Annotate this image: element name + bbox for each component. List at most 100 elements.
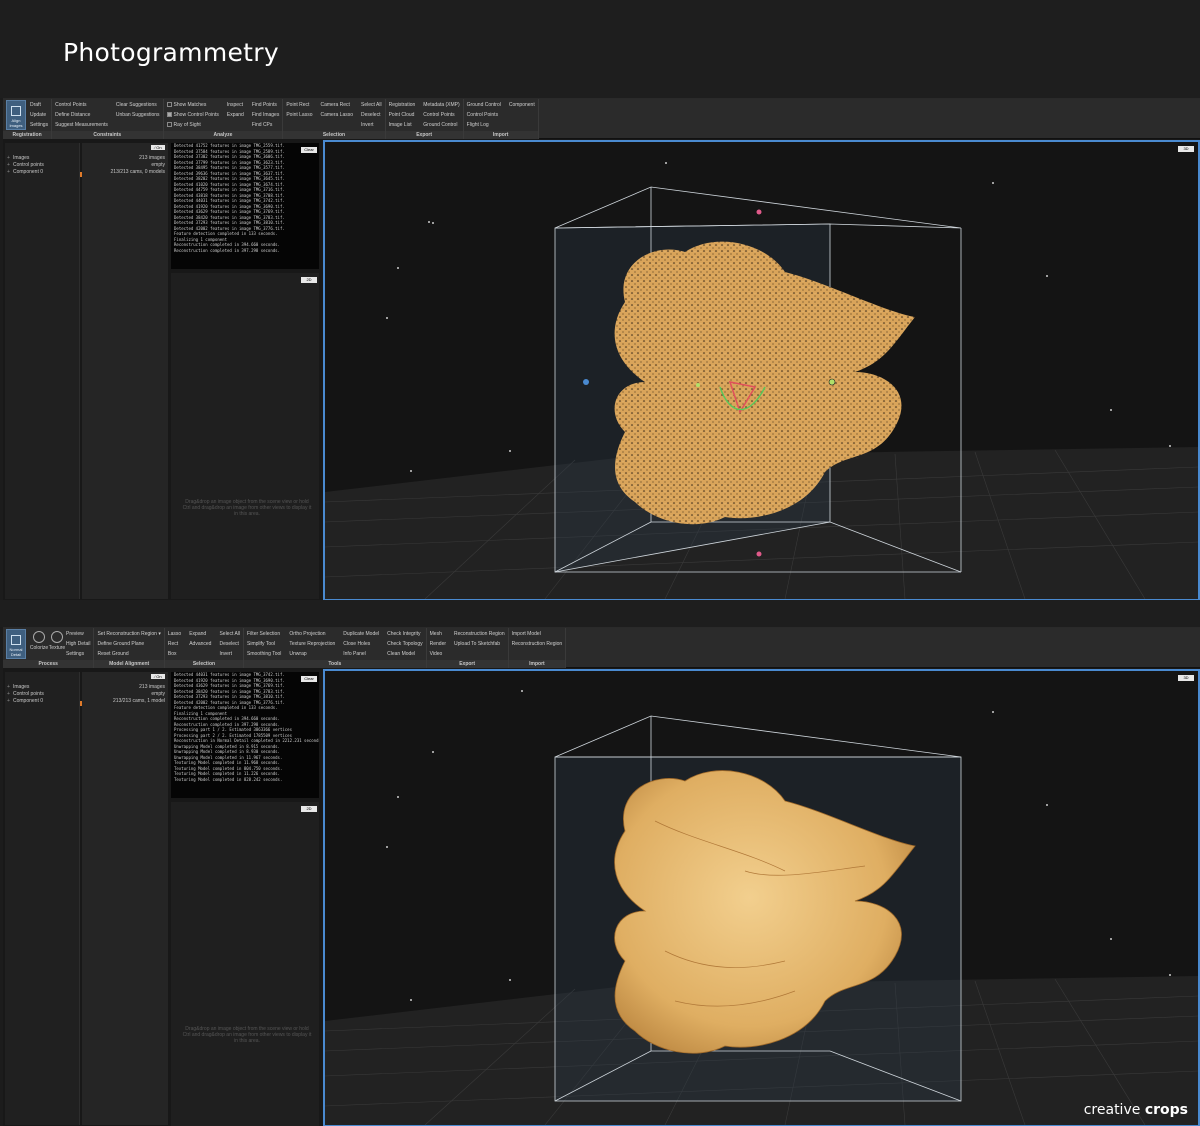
ribbon-item[interactable]: Registration [389,100,416,110]
ribbon-item[interactable]: Invert [361,120,382,130]
ribbon-item[interactable]: Close Holes [343,639,379,649]
tree-item[interactable]: Control points [5,162,79,169]
panel-toggle-button[interactable]: ⁄ On [151,674,165,679]
ribbon-item-label: Ray of Sight [173,122,201,128]
ribbon-item[interactable]: Clear Suggestions [116,100,160,110]
colorize-button[interactable]: Colorize [30,629,48,659]
tree-item[interactable]: Control points [5,691,79,698]
ribbon-item[interactable]: Show Matches [166,100,219,110]
ribbon-item-label: Registration [388,102,416,108]
checkbox[interactable] [166,102,172,108]
ribbon-item[interactable]: Control Points [55,100,108,110]
ribbon-item[interactable]: Settings [30,120,48,130]
ribbon-item[interactable]: Advanced [189,639,211,649]
ribbon-item[interactable]: Video [430,649,446,659]
ribbon-item[interactable]: Define Ground Plane [97,639,160,649]
ribbon-item[interactable]: Point Lasso [286,110,312,120]
ribbon-item[interactable]: Inspect [227,100,244,110]
3d-viewport[interactable]: 3D [323,669,1200,1126]
checkbox[interactable] [166,112,172,118]
tree-item[interactable]: Component 0 [5,698,79,705]
ribbon-item[interactable]: Set Reconstruction Region ▾ [97,629,160,639]
ribbon-item-label: Image List [388,122,412,128]
ribbon-item[interactable]: Find Points [252,100,280,110]
ribbon-item[interactable]: Info Panel [343,649,379,659]
ribbon-item[interactable]: Metadata (XMP) [423,100,459,110]
ribbon-item[interactable]: Unban Suggestions [116,110,160,120]
ribbon-item[interactable]: Point Rect [286,100,312,110]
ribbon-item [512,649,563,659]
tree-item[interactable]: Images [5,684,79,691]
ribbon-item[interactable]: Expand [189,629,211,639]
ribbon-item[interactable]: Simplify Tool [247,639,281,649]
ribbon-item[interactable]: Ground Control [423,120,459,130]
ribbon-item[interactable]: Render [430,639,446,649]
ribbon-item[interactable]: Deselect [219,639,240,649]
ribbon-item[interactable]: Ortho Projection [289,629,335,639]
clear-log-button[interactable]: Clear [301,676,317,682]
ribbon-item[interactable]: Reconstruction Region [454,629,505,639]
ribbon-item[interactable]: Unwrap [289,649,335,659]
ribbon-item[interactable]: Rect [168,639,181,649]
3d-viewport[interactable]: 3D [323,140,1200,601]
ribbon-item[interactable]: Select All [361,100,382,110]
ribbon-item-label: Select All [219,631,241,637]
3d-view-button[interactable]: 3D [1178,675,1194,681]
ribbon-item[interactable]: Reset Ground [97,649,160,659]
ribbon-item[interactable]: Point Cloud [389,110,416,120]
ribbon-item[interactable]: Flight Log [467,120,501,130]
ribbon-item[interactable]: Camera Lasso [320,110,353,120]
ribbon-item[interactable]: Deselect [361,110,382,120]
checkbox[interactable] [166,122,172,128]
ribbon-item[interactable]: Check Integrity [387,629,423,639]
ribbon-item [454,649,505,659]
ribbon-item[interactable]: Control Points [423,110,459,120]
ribbon-item[interactable]: Draft [30,100,48,110]
ribbon-item[interactable]: Check Topology [387,639,423,649]
ribbon-item[interactable]: Clean Model [387,649,423,659]
ribbon-item-label: Draft [30,102,41,108]
ribbon-item[interactable]: Ray of Sight [166,120,219,130]
ribbon-group-label: Import [463,131,538,139]
ribbon-item-label: Info Panel [343,651,366,657]
ribbon-item[interactable]: Find Images [252,110,280,120]
ribbon-item[interactable]: Reconstruction Region [512,639,563,649]
ribbon-item[interactable]: Preview [66,629,90,639]
ribbon-item [286,120,312,130]
2d-view-button[interactable]: 2D [301,806,317,812]
ribbon-item[interactable]: Invert [219,649,240,659]
ribbon-item[interactable]: Smoothing Tool [247,649,281,659]
ribbon-item[interactable]: High Detail [66,639,90,649]
ribbon-item[interactable]: Control Points [467,110,501,120]
ribbon-item[interactable]: Filter Selection [247,629,281,639]
ribbon-item[interactable]: Lasso [168,629,181,639]
primary-action-button[interactable]: Normal Detail [6,629,26,659]
texture-button[interactable]: Texture [48,629,66,659]
ribbon-item[interactable]: Camera Rect [320,100,353,110]
primary-action-button[interactable]: Align Images [6,100,26,130]
tree-item[interactable]: Images [5,155,79,162]
ribbon-item[interactable]: Settings [66,649,90,659]
ribbon-item[interactable]: Import Model [512,629,563,639]
ribbon-item[interactable]: Expand [227,110,244,120]
ribbon-item[interactable]: Find CPs [252,120,280,130]
ribbon-item[interactable]: Upload To Sketchfab [454,639,505,649]
ribbon-item[interactable]: Select All [219,629,240,639]
ribbon-item[interactable]: Image List [389,120,416,130]
ribbon-item[interactable]: Define Distance [55,110,108,120]
ribbon-item[interactable]: Duplicate Model [343,629,379,639]
tree-item[interactable]: Component 0 [5,169,79,176]
ribbon-item[interactable]: Texture Reprojection [289,639,335,649]
ribbon-group-content: Control Points Define Distance Suggest Mea… [55,100,159,130]
ribbon-item[interactable]: Box [168,649,181,659]
clear-log-button[interactable]: Clear [301,147,317,153]
ribbon-item[interactable]: Update [30,110,48,120]
ribbon-item[interactable]: Suggest Measurements [55,120,108,130]
panel-toggle-button[interactable]: ⁄ On [151,145,165,150]
ribbon-item[interactable]: Show Control Points [166,110,219,120]
3d-view-button[interactable]: 3D [1178,146,1194,152]
2d-view-button[interactable]: 2D [301,277,317,283]
ribbon-item[interactable]: Component [509,100,535,110]
ribbon-item[interactable]: Mesh [430,629,446,639]
ribbon-item[interactable]: Ground Control [467,100,501,110]
